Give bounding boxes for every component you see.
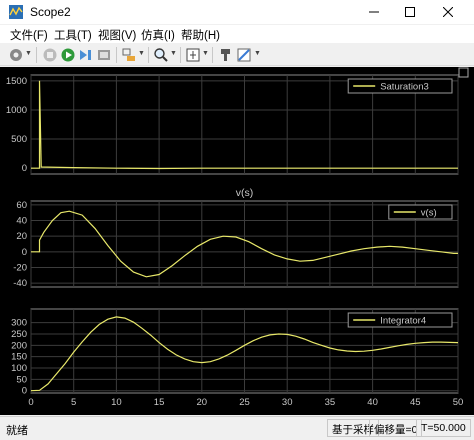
- zoom-icon[interactable]: [153, 47, 169, 63]
- highlight-block-icon[interactable]: [121, 47, 137, 63]
- fit-axes-icon[interactable]: [185, 47, 201, 63]
- y-tick-label: -40: [13, 278, 27, 289]
- toolbar-separator: [180, 47, 181, 63]
- legend-label: Integrator4: [380, 316, 426, 327]
- y-tick-label: 500: [11, 134, 27, 145]
- measure-dropdown-icon[interactable]: ▼: [254, 49, 261, 59]
- stop-icon[interactable]: [42, 47, 58, 63]
- y-tick-label: 40: [16, 216, 27, 227]
- maximize-icon: [405, 7, 415, 17]
- menu-file[interactable]: 文件(F): [10, 27, 48, 43]
- toolbar: ▼ ▼ ▼ ▼ ▼: [0, 44, 474, 66]
- x-tick-label: 10: [111, 397, 122, 408]
- x-tick-label: 15: [154, 397, 165, 408]
- x-tick-label: 0: [28, 397, 33, 408]
- trigger-icon[interactable]: [218, 47, 234, 63]
- y-tick-label: 250: [11, 329, 27, 340]
- menu-simulation[interactable]: 仿真(I): [141, 27, 175, 43]
- maximize-button[interactable]: [392, 0, 428, 24]
- x-tick-label: 20: [197, 397, 208, 408]
- scope-plot-area: 0 500 1000 1500 Saturation3 -40 -20 0 20 40 60 v(s)…: [0, 67, 474, 415]
- highlight-dropdown-icon[interactable]: ▼: [138, 49, 145, 59]
- step-forward-icon[interactable]: [78, 47, 94, 63]
- x-tick-label: 45: [410, 397, 421, 408]
- y-tick-label: 0: [22, 386, 27, 397]
- matlab-scope-icon: [9, 5, 23, 19]
- y-tick-label: 50: [16, 374, 27, 385]
- close-button[interactable]: [430, 0, 466, 24]
- measure-icon[interactable]: [236, 47, 252, 63]
- y-tick-label: 60: [16, 200, 27, 211]
- y-tick-label: 1000: [6, 105, 27, 116]
- menu-bar: 文件(F) 工具(T) 视图(V) 仿真(I) 帮助(H): [0, 25, 474, 43]
- settings-dropdown-icon[interactable]: ▼: [25, 49, 32, 59]
- title-bar: Scope2: [0, 0, 474, 24]
- y-tick-label: -20: [13, 262, 27, 273]
- legend-label: Saturation3: [380, 82, 429, 93]
- x-tick-label: 40: [367, 397, 378, 408]
- status-ready-text: 就绪: [6, 425, 28, 437]
- y-tick-label: 1500: [6, 76, 27, 87]
- y-tick-label: 150: [11, 352, 27, 363]
- y-tick-label: 300: [11, 318, 27, 329]
- menu-tools[interactable]: 工具(T): [54, 27, 92, 43]
- y-tick-label: 0: [22, 163, 27, 174]
- y-tick-label: 100: [11, 363, 27, 374]
- axes-title: v(s): [236, 187, 254, 199]
- toolbar-separator: [148, 47, 149, 63]
- axes-expand-icon: [458, 67, 469, 78]
- status-time: T=50.000: [416, 419, 471, 437]
- scope-plots-svg: 050010001500Saturation3-40-200204060v(s)…: [6, 67, 469, 408]
- minimize-button[interactable]: [356, 0, 392, 24]
- x-tick-label: 5: [71, 397, 76, 408]
- x-tick-label: 35: [325, 397, 336, 408]
- status-bar: 就绪 基于采样 偏移量=0 T=50.000: [0, 416, 474, 440]
- close-icon: [443, 7, 453, 17]
- toolbar-separator: [36, 47, 37, 63]
- step-end-icon[interactable]: [96, 47, 112, 63]
- fit-axes-dropdown-icon[interactable]: ▼: [202, 49, 209, 59]
- status-offset: 偏移量=0: [369, 419, 423, 437]
- y-tick-label: 0: [22, 247, 27, 258]
- toolbar-separator: [212, 47, 213, 63]
- legend-label: v(s): [421, 208, 437, 219]
- toolbar-separator: [116, 47, 117, 63]
- x-tick-label: 30: [282, 397, 293, 408]
- x-tick-label: 25: [239, 397, 250, 408]
- zoom-dropdown-icon[interactable]: ▼: [170, 49, 177, 59]
- window-title: Scope2: [30, 5, 71, 19]
- menu-view[interactable]: 视图(V): [98, 27, 136, 43]
- settings-icon[interactable]: [8, 47, 24, 63]
- menu-help[interactable]: 帮助(H): [181, 27, 220, 43]
- y-tick-label: 20: [16, 231, 27, 242]
- run-icon[interactable]: [60, 47, 76, 63]
- minimize-icon: [369, 11, 379, 13]
- y-tick-label: 200: [11, 340, 27, 351]
- x-tick-label: 50: [453, 397, 464, 408]
